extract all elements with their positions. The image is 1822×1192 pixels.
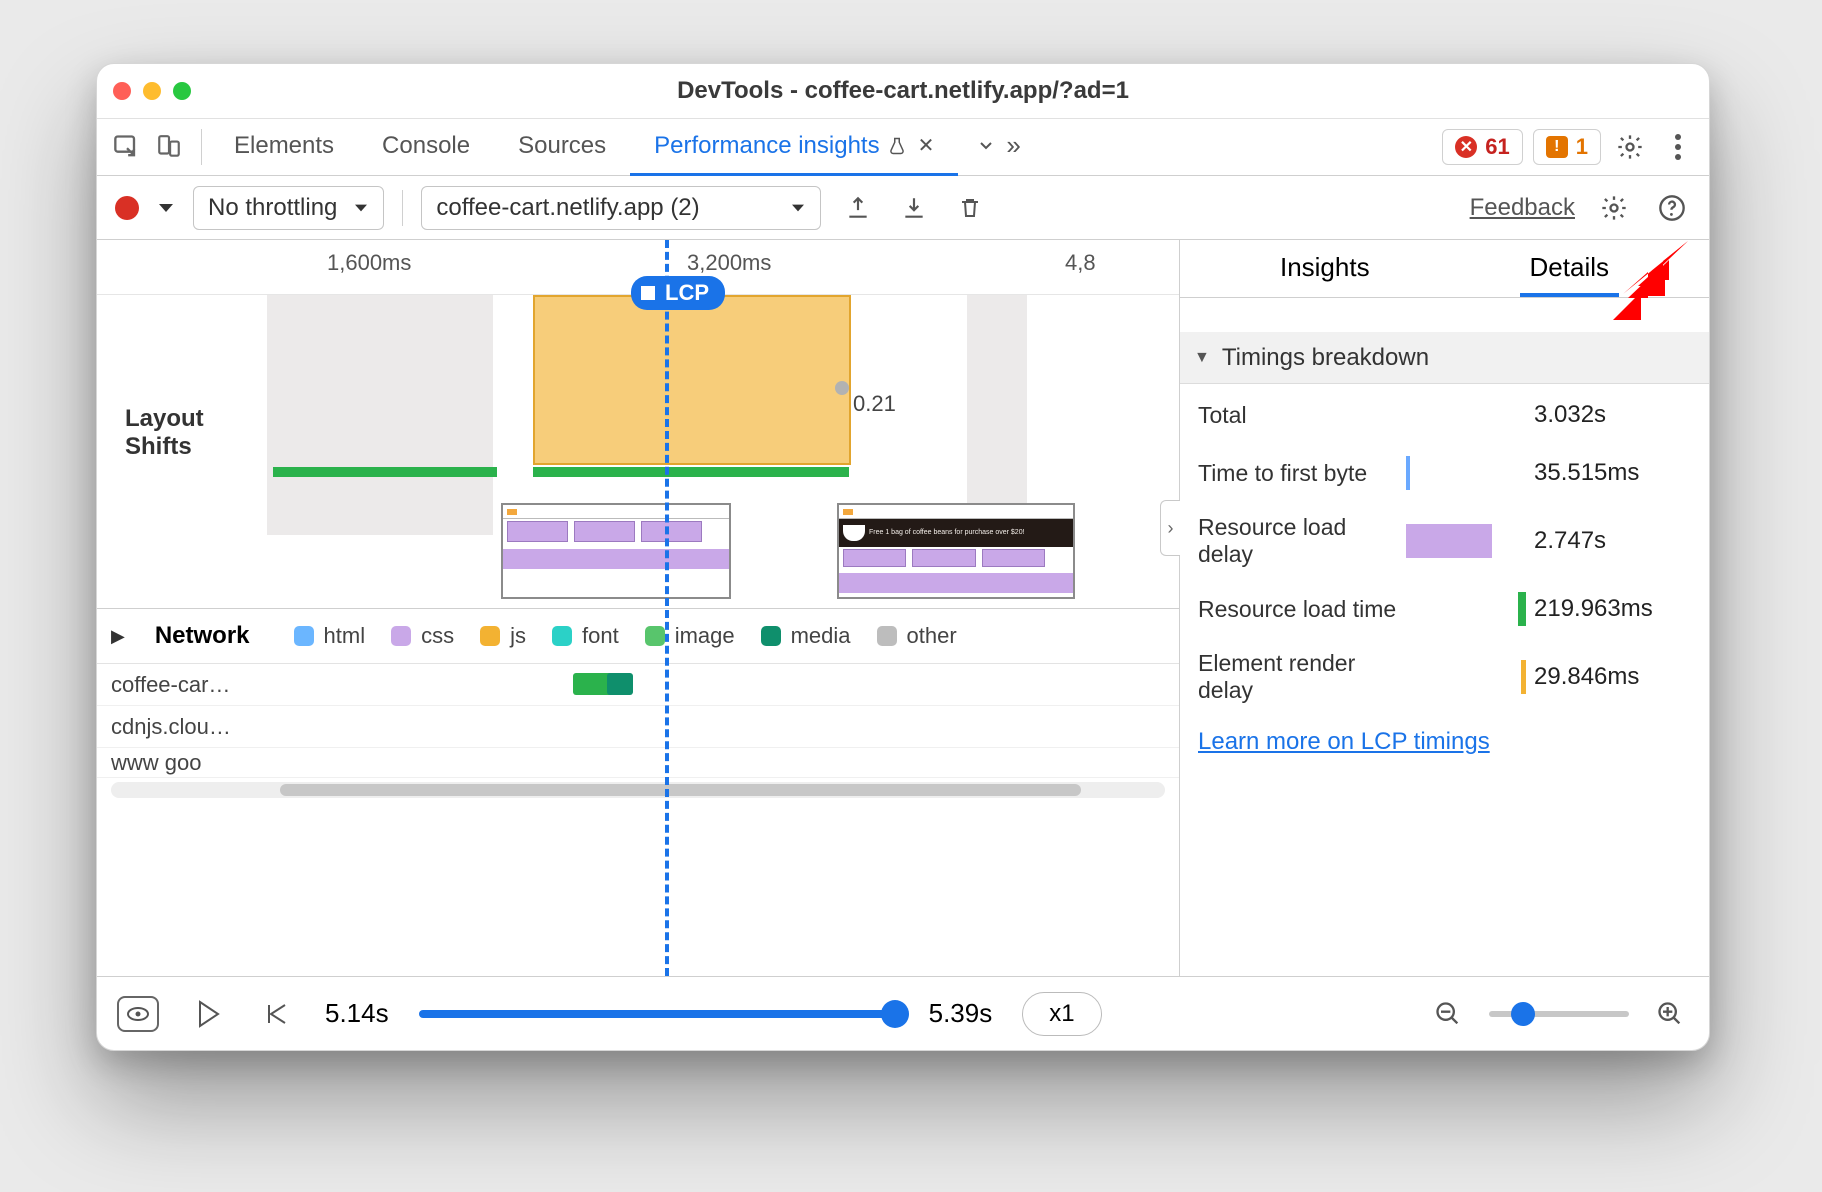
current-time: 5.14s	[325, 998, 389, 1029]
tab-label: Console	[382, 132, 470, 160]
end-time: 5.39s	[929, 998, 993, 1029]
titlebar: DevTools - coffee-cart.netlify.app/?ad=1	[97, 64, 1709, 118]
import-icon[interactable]	[895, 189, 933, 227]
lcp-marker[interactable]: LCP	[631, 276, 725, 310]
cls-value: 0.21	[853, 391, 896, 417]
settings-icon[interactable]	[1611, 128, 1649, 166]
insights-toolbar: No throttling coffee-cart.netlify.app (2…	[97, 176, 1709, 240]
throttling-value: No throttling	[208, 194, 337, 222]
tab-label: Performance insights	[654, 132, 879, 160]
warnings-badge[interactable]: ! 1	[1533, 129, 1601, 165]
preview-toggle-icon[interactable]	[117, 996, 159, 1032]
network-host: cdnjs.clou…	[111, 714, 261, 740]
device-toolbar-icon[interactable]	[151, 129, 187, 165]
record-button[interactable]	[115, 196, 139, 220]
feedback-link[interactable]: Feedback	[1470, 194, 1575, 222]
learn-more-link[interactable]: Learn more on LCP timings	[1180, 718, 1709, 756]
go-to-start-icon[interactable]	[257, 995, 295, 1033]
resource-load-time-label: Resource load time	[1198, 596, 1398, 623]
errors-count: 61	[1485, 134, 1509, 160]
kebab-menu-icon[interactable]	[1659, 128, 1697, 166]
network-section-header[interactable]: ▶ Network html css js font image media o…	[97, 608, 1179, 664]
layout-shifts-lane: Layout Shifts 0.21	[97, 294, 1179, 608]
playback-bar: 5.14s 5.39s x1	[97, 976, 1709, 1050]
slider-knob[interactable]	[881, 1000, 909, 1028]
network-legend: html css js font image media other	[294, 623, 957, 649]
errors-badge[interactable]: ✕ 61	[1442, 129, 1522, 165]
experiment-icon	[888, 136, 906, 156]
filmstrip-thumbnail[interactable]: Free 1 bag of coffee beans for purchase …	[837, 503, 1075, 599]
devtools-window: DevTools - coffee-cart.netlify.app/?ad=1…	[96, 63, 1710, 1051]
network-label: Network	[155, 622, 250, 650]
tab-label: Elements	[234, 132, 334, 160]
section-title: Timings breakdown	[1222, 344, 1429, 372]
ad-banner-text: Free 1 bag of coffee beans for purchase …	[869, 529, 1025, 537]
main-tabstrip: Elements Console Sources Performance ins…	[97, 118, 1709, 176]
close-tab-icon[interactable]: ✕	[918, 133, 935, 158]
tick-label: 1,600ms	[327, 250, 411, 276]
throttling-select[interactable]: No throttling	[193, 186, 384, 230]
tab-label: Sources	[518, 132, 606, 160]
inspect-element-icon[interactable]	[109, 129, 145, 165]
zoom-slider[interactable]	[1489, 1011, 1629, 1017]
collapse-details-icon[interactable]: ›	[1160, 500, 1180, 556]
filmstrip-thumbnail[interactable]	[501, 503, 731, 599]
warnings-count: 1	[1576, 134, 1588, 160]
delete-icon[interactable]	[951, 189, 989, 227]
help-icon[interactable]	[1653, 189, 1691, 227]
warning-icon: !	[1546, 136, 1568, 158]
chevron-down-icon: ▼	[1194, 349, 1210, 367]
horizontal-scrollbar[interactable]	[111, 782, 1165, 798]
network-host: coffee-car…	[111, 672, 261, 698]
network-host: www goo	[111, 750, 261, 776]
resource-load-delay-value: 2.747s	[1534, 527, 1691, 555]
tab-elements[interactable]: Elements	[210, 118, 358, 176]
total-value: 3.032s	[1534, 401, 1691, 429]
window-title: DevTools - coffee-cart.netlify.app/?ad=1	[97, 77, 1709, 105]
lcp-label: LCP	[665, 280, 709, 306]
stop-icon	[641, 286, 655, 300]
zoom-in-icon[interactable]	[1651, 995, 1689, 1033]
network-row[interactable]: www goo	[97, 748, 1179, 778]
tab-console[interactable]: Console	[358, 118, 494, 176]
error-icon: ✕	[1455, 136, 1477, 158]
tab-sources[interactable]: Sources	[494, 118, 630, 176]
play-icon[interactable]	[189, 995, 227, 1033]
timings-breakdown-header[interactable]: ▼ Timings breakdown	[1180, 332, 1709, 384]
annotation-arrow-icon	[1593, 236, 1693, 328]
tick-label: 4,8	[1065, 250, 1096, 276]
page-select[interactable]: coffee-cart.netlify.app (2)	[421, 186, 821, 230]
resource-load-delay-label: Resource load delay	[1198, 514, 1398, 568]
tab-performance-insights[interactable]: Performance insights ✕	[630, 118, 958, 176]
timings-breakdown-list: Total 3.032s Time to first byte 35.515ms…	[1180, 384, 1709, 718]
page-select-value: coffee-cart.netlify.app (2)	[436, 194, 699, 222]
zoom-knob[interactable]	[1511, 1002, 1535, 1026]
network-row[interactable]: cdnjs.clou…	[97, 706, 1179, 748]
zoom-out-icon[interactable]	[1429, 995, 1467, 1033]
chevron-right-icon: ▶	[111, 626, 125, 647]
ttfb-label: Time to first byte	[1198, 460, 1398, 487]
lane-label: Layout Shifts	[111, 405, 267, 461]
ttfb-value: 35.515ms	[1534, 459, 1691, 487]
playback-speed[interactable]: x1	[1022, 992, 1101, 1036]
record-dropdown-icon[interactable]	[157, 201, 175, 215]
element-render-delay-label: Element render delay	[1198, 650, 1398, 704]
playhead[interactable]	[665, 240, 669, 976]
details-panel: Insights Details ▼ Timings brea	[1179, 240, 1709, 976]
element-render-delay-value: 29.846ms	[1534, 663, 1691, 691]
timeline-area[interactable]: 1,600ms 3,200ms 4,8 LCP Layout Shifts	[97, 240, 1179, 976]
more-tabs-button[interactable]: »	[958, 118, 1036, 176]
panel-settings-icon[interactable]	[1595, 189, 1633, 227]
time-slider[interactable]	[419, 1010, 899, 1018]
resource-load-time-value: 219.963ms	[1534, 595, 1691, 623]
export-icon[interactable]	[839, 189, 877, 227]
tab-insights[interactable]: Insights	[1270, 252, 1380, 297]
network-row[interactable]: coffee-car…	[97, 664, 1179, 706]
tick-label: 3,200ms	[687, 250, 771, 276]
total-label: Total	[1198, 402, 1398, 429]
